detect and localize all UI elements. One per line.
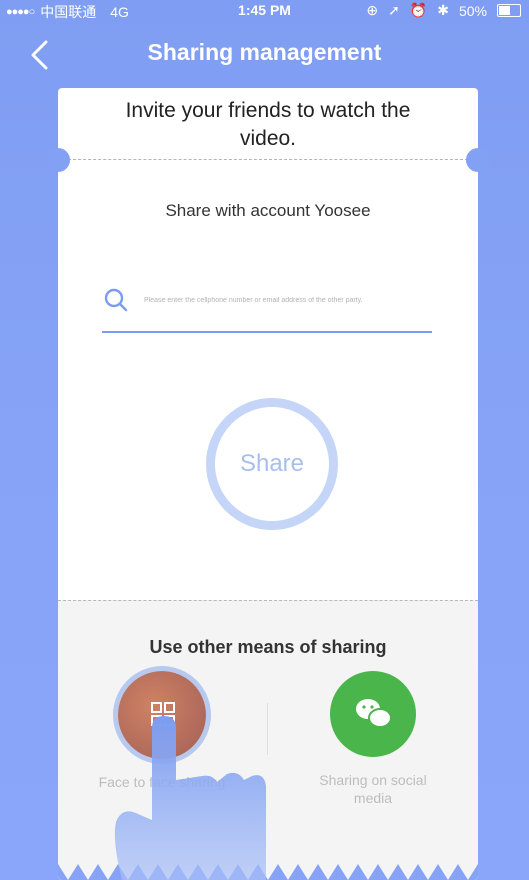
orientation-lock-icon: ⊕ [366, 2, 379, 18]
social-media-label: Sharing on social media [319, 772, 427, 806]
wechat-button[interactable] [330, 671, 416, 757]
social-media-option[interactable]: Sharing on social media [303, 671, 443, 807]
page-title: Sharing management [147, 39, 382, 65]
other-sharing-panel: Use other means of sharing Face to face … [58, 600, 478, 880]
ticket-zigzag-edge [58, 864, 478, 880]
battery-percent: 50% [458, 2, 487, 19]
ticket-notch-left [46, 148, 70, 172]
ticket-notch-right [466, 148, 490, 172]
navigation-bar: Sharing management [0, 22, 529, 86]
share-button-label: Share [239, 450, 305, 477]
share-button[interactable]: Share [206, 398, 338, 530]
share-account-label: Share with account Yoosee [165, 201, 371, 220]
other-sharing-title: Use other means of sharing [149, 637, 387, 657]
share-card: Invite your friends to watch the video. … [58, 88, 478, 880]
face-to-face-option[interactable]: Face to face sharing [92, 671, 232, 791]
location-icon: ➚ [388, 2, 400, 18]
face-to-face-button[interactable] [118, 671, 206, 759]
alarm-icon: ⏰ [409, 2, 428, 18]
battery-icon [497, 4, 521, 17]
account-search-input[interactable] [142, 290, 436, 310]
search-row [102, 284, 436, 334]
options-divider [267, 703, 268, 755]
face-to-face-label: Face to face sharing [98, 774, 226, 790]
search-icon [104, 288, 128, 312]
qr-code-icon [151, 702, 175, 726]
ticket-divider [58, 159, 478, 160]
wechat-icon [356, 699, 392, 728]
bluetooth-icon: ✱ [437, 2, 449, 18]
status-bar: ●●●●○ 中国联通 4G 1:45 PM ⊕ ➚ ⏰ ✱ 50% [0, 0, 529, 22]
search-underline [102, 331, 432, 333]
invite-text: Invite your friends to watch the video. [125, 99, 411, 150]
